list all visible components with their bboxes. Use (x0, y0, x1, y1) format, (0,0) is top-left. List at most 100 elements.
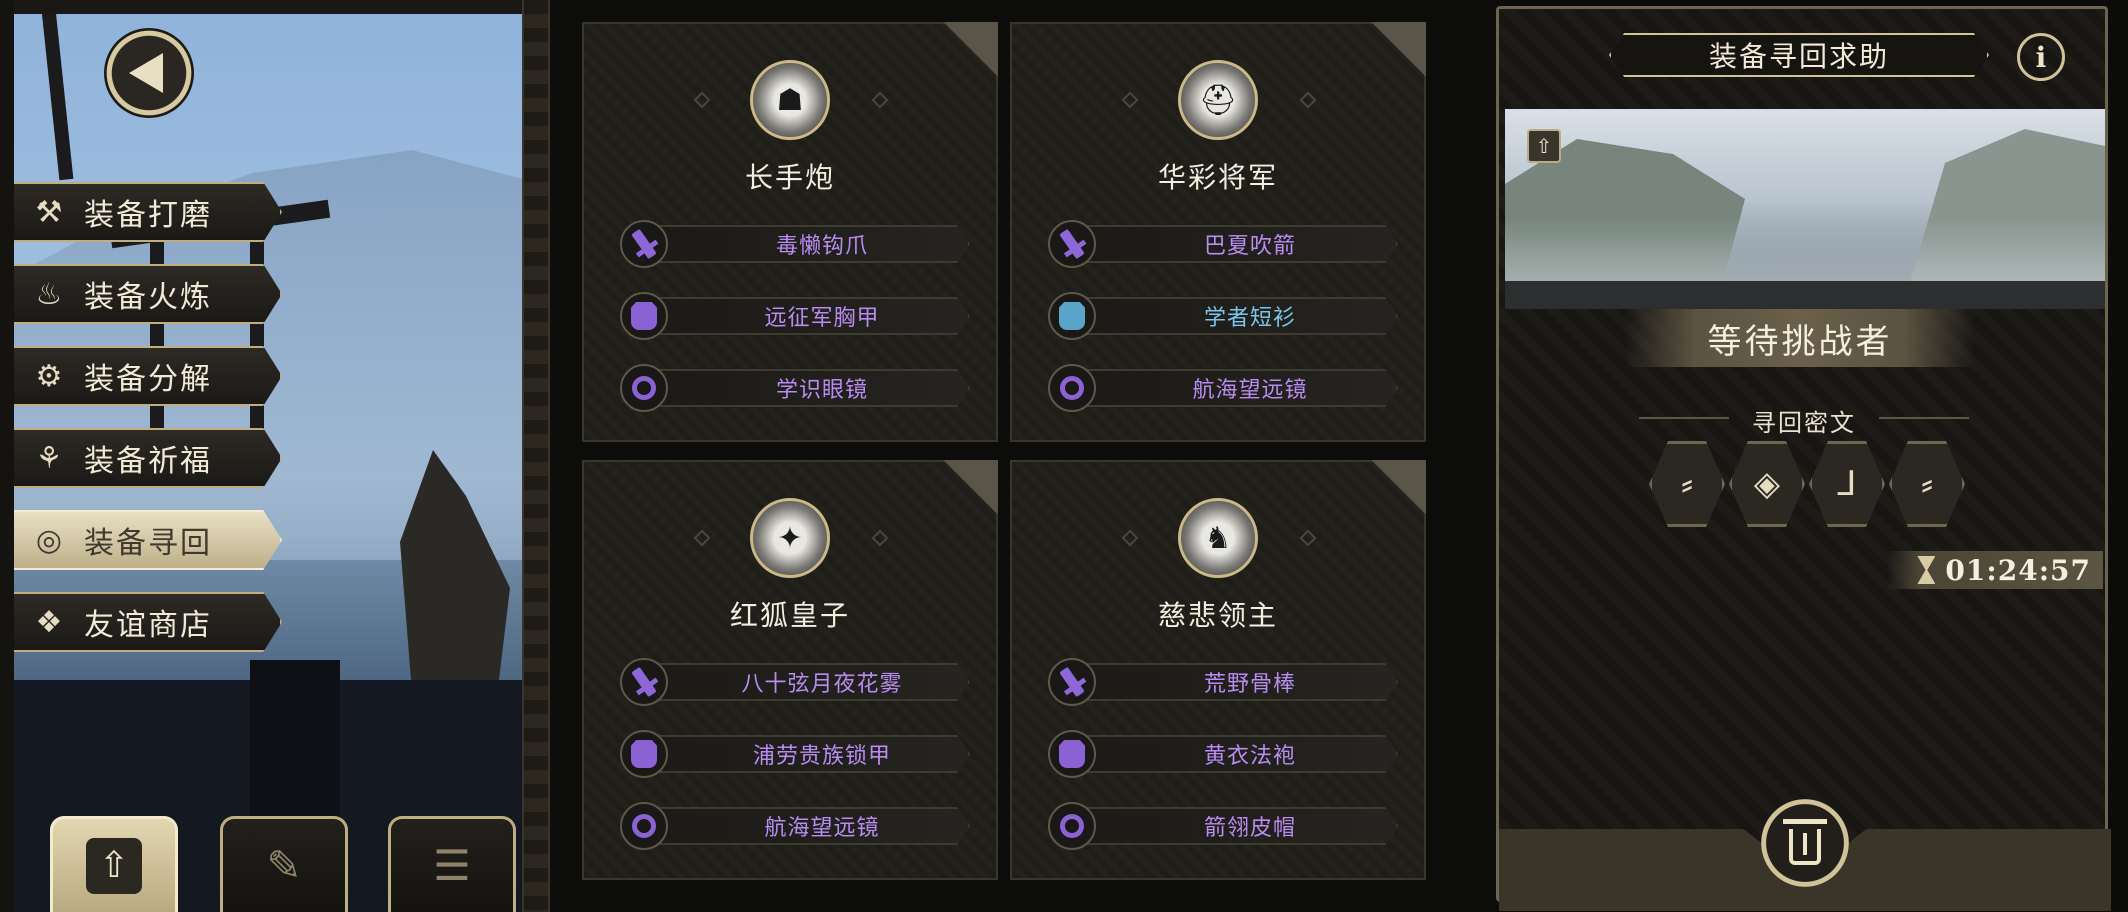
menu-item-3[interactable]: ⚙ 装备分解 (14, 346, 282, 406)
equipment-slot[interactable]: 学识眼镜 (620, 364, 970, 412)
equipment-slot[interactable]: 箭翎皮帽 (1048, 802, 1398, 850)
armor-icon (631, 740, 657, 768)
equipment-name: 箭翎皮帽 (1203, 816, 1296, 841)
feather-icon: ✎ (266, 841, 302, 890)
boss-card[interactable]: ✦ 红狐皇子 八十弦月夜花雾 浦劳贵族锁甲 航海望远镜 (582, 460, 998, 880)
armor-icon (1059, 740, 1085, 768)
slot-icon-frame (1048, 658, 1096, 706)
equipment-slot[interactable]: 学者短衫 (1048, 292, 1398, 340)
bottom-tab-3[interactable]: ☰ (388, 816, 516, 912)
equipment-slot[interactable]: 航海望远镜 (1048, 364, 1398, 412)
menu-item-5[interactable]: ◎ 装备寻回 (14, 510, 282, 570)
equipment-slot[interactable]: 黄衣法袍 (1048, 730, 1398, 778)
sword-icon (631, 666, 657, 698)
info-button[interactable]: i (2017, 33, 2065, 81)
page-curl-corner (1366, 22, 1426, 82)
diamond-ornament (1121, 529, 1139, 547)
equipment-slot[interactable]: 毒懒钩爪 (620, 220, 970, 268)
trash-icon (1783, 819, 1827, 865)
menu-item-label: 装备打磨 (84, 198, 212, 233)
equipment-name: 航海望远镜 (764, 816, 880, 841)
slot-bar: 黄衣法袍 (1078, 735, 1398, 773)
boss-name: 慈悲领主 (1157, 599, 1278, 632)
equipment-slot[interactable]: 荒野骨棒 (1048, 658, 1398, 706)
timer-text: 01:24:57 (1945, 553, 2091, 587)
portrait-glyph: ☗ (776, 82, 804, 118)
slot-icon-frame (1048, 364, 1096, 412)
boss-name: 长手炮 (744, 161, 835, 194)
menu-item-4[interactable]: ⚘ 装备祈福 (14, 428, 282, 488)
menu-item-6[interactable]: ❖ 友谊商店 (14, 592, 282, 652)
menu-item-label: 装备寻回 (84, 526, 212, 561)
slot-icon-frame (620, 730, 668, 778)
equipment-slot[interactable]: 巴夏吹箭 (1048, 220, 1398, 268)
hourglass-icon (1917, 556, 1936, 584)
portrait-glyph: ♞ (1204, 520, 1232, 556)
boar-portrait-icon: ☗ (750, 60, 830, 140)
fox-portrait-icon: ✦ (750, 498, 830, 578)
ornate-divider (522, 0, 550, 912)
cipher-rune-icon: ◈ (1729, 441, 1805, 527)
ring-icon (1060, 814, 1084, 838)
cipher-rune-icon: ⸗ (1649, 441, 1725, 527)
wooden-post (40, 0, 74, 181)
flame-icon: ♨ (35, 276, 63, 312)
lotus-icon: ⚘ (35, 440, 63, 476)
boss-name: 华彩将军 (1157, 161, 1278, 194)
sword-icon (1059, 228, 1085, 260)
menu-item-label: 装备火炼 (84, 280, 212, 315)
recovery-help-panel: 装备寻回求助 i ⇧ 等待挑战者 寻回密文 01:24:57 ⸗ ◈ ⅃ ⸗ (1496, 0, 2128, 912)
equipment-name: 黄衣法袍 (1203, 744, 1296, 769)
bottom-tab-1[interactable]: ⇧ (50, 816, 178, 912)
shadow-figure (250, 660, 340, 820)
slot-bar: 学者短衫 (1078, 297, 1398, 335)
ring-icon (632, 814, 656, 838)
boss-card[interactable]: ⛑ 华彩将军巴夏吹箭学者短衫航海望远镜 (1010, 22, 1426, 442)
helmet-portrait-icon: ⛑ (1178, 60, 1258, 140)
knight-portrait-icon: ♞ (1178, 498, 1258, 578)
bottom-tab-2[interactable]: ✎ (220, 816, 348, 912)
equipment-slot[interactable]: 远征军胸甲 (620, 292, 970, 340)
menu-item-label: 装备分解 (84, 362, 212, 397)
armor-icon (1059, 302, 1085, 330)
portrait-glyph: ✦ (777, 520, 803, 556)
equipment-slot[interactable]: 浦劳贵族锁甲 (620, 730, 970, 778)
menu-item-2[interactable]: ♨ 装备火炼 (14, 264, 282, 324)
boss-card[interactable]: ☗ 长手炮毒懒钩爪远征军胸甲学识眼镜 (582, 22, 998, 442)
equipment-name: 毒懒钩爪 (775, 234, 868, 259)
equipment-slot[interactable]: 八十弦月夜花雾 (620, 658, 970, 706)
slot-icon-frame (620, 802, 668, 850)
slot-bar: 毒懒钩爪 (650, 225, 970, 263)
slot-icon-frame (620, 220, 668, 268)
back-button[interactable] (104, 28, 194, 118)
diamond-ornament (693, 529, 711, 547)
equipment-slot[interactable]: 航海望远镜 (620, 802, 970, 850)
slot-icon-frame (1048, 730, 1096, 778)
back-arrow-icon (129, 53, 163, 93)
slot-icon-frame (1048, 802, 1096, 850)
equipment-name: 学者短衫 (1203, 306, 1296, 331)
stage-preview-image (1505, 109, 2105, 309)
equipment-name: 远征军胸甲 (764, 306, 880, 331)
slot-icon-frame (620, 658, 668, 706)
slot-bar: 箭翎皮帽 (1078, 807, 1398, 845)
trash-button[interactable] (1761, 799, 1849, 887)
slot-icon-frame (1048, 292, 1096, 340)
slot-bar: 荒野骨棒 (1078, 663, 1398, 701)
diamond-ornament (871, 91, 889, 109)
ring-icon (632, 376, 656, 400)
panel-frame: 装备寻回求助 i ⇧ 等待挑战者 寻回密文 01:24:57 ⸗ ◈ ⅃ ⸗ (1496, 6, 2111, 911)
boss-card[interactable]: ♞ 慈悲领主荒野骨棒黄衣法袍箭翎皮帽 (1010, 460, 1426, 880)
equipment-name: 学识眼镜 (775, 378, 868, 403)
slot-icon-frame (620, 292, 668, 340)
list-icon: ☰ (433, 841, 471, 890)
menu-item-1[interactable]: ⚒ 装备打磨 (14, 182, 282, 242)
upload-icon[interactable]: ⇧ (1527, 129, 1561, 163)
diamond-ornament (1299, 529, 1317, 547)
equipment-name: 荒野骨棒 (1203, 672, 1296, 697)
fox-icon: ❖ (35, 604, 63, 640)
slot-bar: 学识眼镜 (650, 369, 970, 407)
menu-item-label: 友谊商店 (84, 608, 212, 643)
slot-icon-frame (1048, 220, 1096, 268)
target-icon: ◎ (35, 522, 63, 558)
